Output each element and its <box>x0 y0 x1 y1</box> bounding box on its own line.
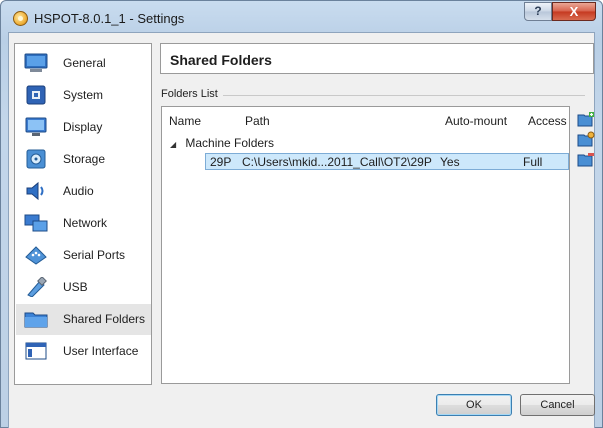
group-label: Machine Folders <box>185 136 275 150</box>
system-icon <box>26 85 46 105</box>
sidebar-item-label: Audio <box>63 184 94 198</box>
help-button[interactable]: ? <box>524 2 552 21</box>
user-interface-icon <box>25 342 47 360</box>
sidebar-item-system[interactable]: System <box>16 80 151 111</box>
sidebar-item-display[interactable]: Display <box>16 112 151 143</box>
table-row[interactable]: 29P C:\Users\mkid...2011_Call\OT2\29P Ye… <box>205 153 569 170</box>
network-icon <box>24 214 48 232</box>
edit-folder-icon[interactable] <box>577 131 595 147</box>
sidebar-item-label: Serial Ports <box>63 248 126 262</box>
page-header: Shared Folders <box>160 43 594 74</box>
sidebar-item-label: System <box>63 88 104 102</box>
app-icon <box>13 11 28 26</box>
ok-button[interactable]: OK <box>436 394 512 416</box>
window-title: HSPOT-8.0.1_1 - Settings <box>34 11 185 26</box>
column-header-name[interactable]: Name <box>169 114 201 128</box>
title-bar[interactable]: HSPOT-8.0.1_1 - Settings ? X <box>1 1 602 33</box>
display-icon <box>25 117 47 136</box>
sidebar-item-storage[interactable]: Storage <box>16 144 151 175</box>
column-header-auto-mount[interactable]: Auto-mount <box>445 114 507 128</box>
sidebar-item-label: Storage <box>63 152 106 166</box>
cell-access: Full <box>523 155 543 169</box>
sidebar-item-label: USB <box>63 280 88 294</box>
sidebar-item-general[interactable]: General <box>16 48 151 79</box>
group-row-machine-folders[interactable]: ◢ Machine Folders <box>170 136 274 150</box>
sidebar-item-usb[interactable]: USB <box>16 272 151 303</box>
expand-arrow-icon[interactable]: ◢ <box>170 140 182 149</box>
remove-folder-icon[interactable] <box>577 151 595 167</box>
sidebar-item-serial-ports[interactable]: Serial Ports <box>16 240 151 271</box>
sidebar-item-shared-folders[interactable]: Shared Folders <box>16 304 151 335</box>
page-title: Shared Folders <box>170 52 272 68</box>
column-header-access[interactable]: Access <box>528 114 567 128</box>
usb-icon <box>27 277 47 297</box>
sidebar-item-label: Shared Folders <box>63 312 146 326</box>
divider <box>223 95 585 96</box>
add-folder-icon[interactable] <box>577 111 595 127</box>
folders-list-label: Folders List <box>161 88 218 100</box>
cell-auto-mount: Yes <box>440 155 460 169</box>
sidebar-item-label: User Interface <box>63 344 139 358</box>
shared-folders-icon <box>24 312 48 328</box>
general-icon <box>24 53 48 72</box>
sidebar-item-audio[interactable]: Audio <box>16 176 151 207</box>
cell-name: 29P <box>210 155 232 169</box>
sidebar-item-label: General <box>63 56 106 70</box>
sidebar-item-network[interactable]: Network <box>16 208 151 239</box>
close-button[interactable]: X <box>552 2 596 21</box>
settings-sidebar: General System Display Storage Audio Net… <box>14 43 152 385</box>
cell-path: C:\Users\mkid...2011_Call\OT2\29P <box>242 155 432 169</box>
sidebar-item-label: Display <box>63 120 103 134</box>
storage-icon <box>26 149 46 169</box>
folders-table[interactable]: Name Path Auto-mount Access ◢ Machine Fo… <box>161 106 570 384</box>
sidebar-item-label: Network <box>63 216 108 230</box>
audio-icon <box>26 181 44 201</box>
column-header-path[interactable]: Path <box>245 114 270 128</box>
serial-ports-icon <box>25 246 47 265</box>
sidebar-item-user-interface[interactable]: User Interface <box>16 336 151 367</box>
cancel-button[interactable]: Cancel <box>520 394 595 416</box>
